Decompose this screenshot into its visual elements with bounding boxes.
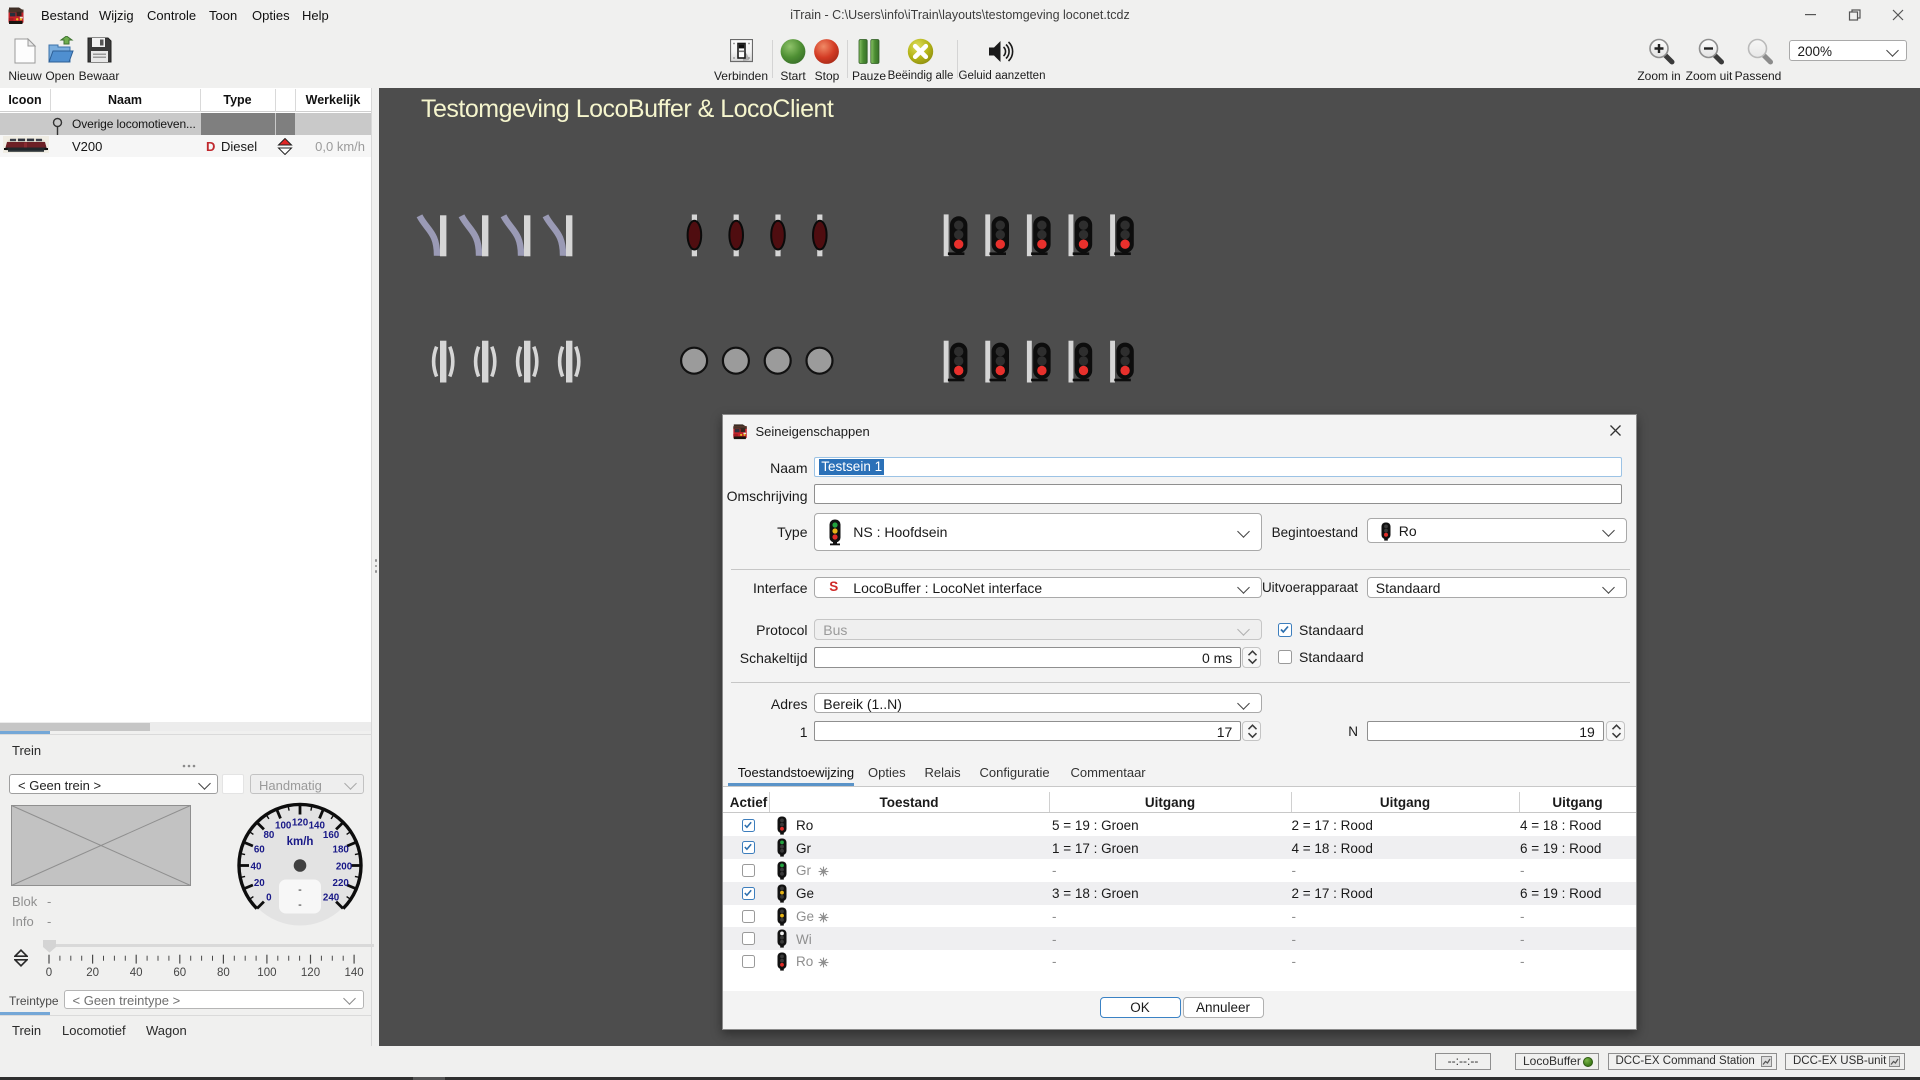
svg-text:-: -: [298, 899, 302, 911]
svg-text:180: 180: [333, 845, 350, 856]
svg-text:160: 160: [323, 830, 340, 841]
svg-text:240: 240: [323, 892, 340, 903]
svg-text:100: 100: [275, 821, 292, 832]
svg-text:40: 40: [251, 861, 262, 872]
svg-text:0: 0: [266, 892, 272, 903]
svg-text:km/h: km/h: [287, 836, 314, 848]
svg-text:120: 120: [292, 817, 309, 828]
svg-text:60: 60: [254, 845, 265, 856]
svg-text:80: 80: [263, 830, 274, 841]
svg-text:200: 200: [336, 861, 353, 872]
svg-text:-: -: [298, 884, 302, 896]
svg-text:220: 220: [333, 878, 350, 889]
svg-text:20: 20: [254, 878, 265, 889]
